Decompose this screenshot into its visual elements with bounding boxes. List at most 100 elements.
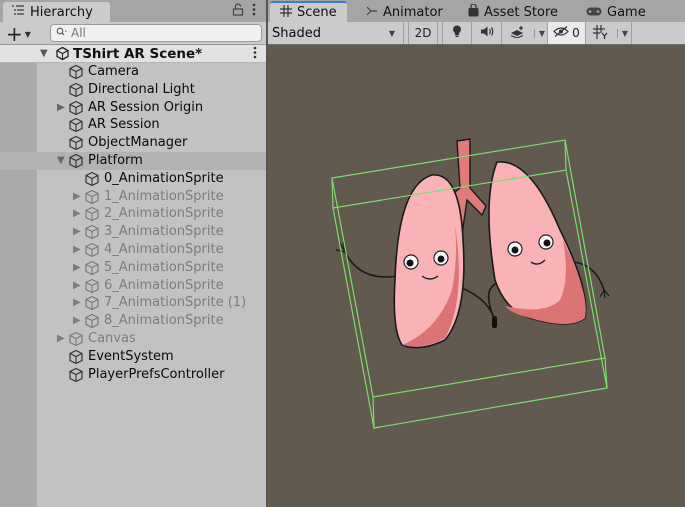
draw-mode-dropdown[interactable]: Shaded ▼ bbox=[268, 22, 404, 44]
scene-tab-bar: Scene Animator Asset Store Game bbox=[268, 0, 685, 22]
hierarchy-item[interactable]: ObjectManager bbox=[0, 134, 266, 152]
plus-icon: + bbox=[6, 22, 23, 46]
tab-asset-store[interactable]: Asset Store bbox=[468, 2, 558, 22]
gameobject-cube-icon bbox=[84, 189, 100, 205]
gizmos-dropdown-button[interactable]: ▼ bbox=[614, 22, 632, 44]
lighting-toggle-button[interactable] bbox=[442, 22, 472, 44]
add-object-button[interactable]: + ▼ bbox=[6, 23, 31, 45]
hierarchy-item[interactable]: ▶ Canvas bbox=[0, 330, 266, 348]
scene-menu-icon[interactable] bbox=[253, 46, 257, 63]
scene-visibility-toggle[interactable]: 0 bbox=[548, 22, 586, 44]
lightbulb-icon bbox=[452, 25, 462, 41]
layers-effects-icon bbox=[510, 25, 525, 41]
chevron-down-icon: ▼ bbox=[616, 28, 628, 38]
expand-arrow-icon[interactable]: ▶ bbox=[73, 244, 81, 255]
hierarchy-item-label: EventSystem bbox=[88, 348, 174, 364]
hierarchy-item-label: 3_AnimationSprite bbox=[104, 224, 224, 240]
expand-arrow-icon[interactable]: ▶ bbox=[57, 333, 65, 344]
hierarchy-item[interactable]: ▶ AR Session Origin bbox=[0, 99, 266, 117]
tab-animator-label: Animator bbox=[383, 4, 443, 20]
expand-arrow-icon[interactable]: ▶ bbox=[73, 315, 81, 326]
hierarchy-item[interactable]: ▶ 7_AnimationSprite (1) bbox=[0, 294, 266, 312]
hierarchy-tab-bar: Hierarchy bbox=[0, 0, 266, 22]
gameobject-cube-icon bbox=[84, 295, 100, 311]
hierarchy-item[interactable]: ▼ Platform bbox=[0, 151, 266, 170]
gizmos-toggle-button[interactable] bbox=[586, 22, 614, 44]
expand-arrow-icon[interactable]: ▶ bbox=[73, 208, 81, 219]
tab-hierarchy[interactable]: Hierarchy bbox=[3, 2, 110, 22]
expand-arrow-icon[interactable]: ▶ bbox=[73, 262, 81, 273]
expand-arrow-icon[interactable]: ▶ bbox=[57, 102, 65, 113]
hierarchy-list-icon bbox=[11, 4, 25, 20]
hierarchy-item[interactable]: AR Session bbox=[0, 116, 266, 134]
effects-dropdown-button[interactable]: ▼ bbox=[532, 22, 548, 44]
hierarchy-item-label: 6_AnimationSprite bbox=[104, 277, 224, 293]
hierarchy-item-label: 2_AnimationSprite bbox=[104, 206, 224, 222]
hierarchy-item-label: 1_AnimationSprite bbox=[104, 188, 224, 204]
gameobject-cube-icon bbox=[84, 224, 100, 240]
shopping-bag-icon bbox=[468, 2, 479, 21]
gamepad-icon bbox=[586, 5, 602, 20]
grid-icon bbox=[280, 4, 292, 21]
kebab-menu-icon[interactable] bbox=[252, 3, 256, 20]
hierarchy-item[interactable]: ▶ 8_AnimationSprite bbox=[0, 312, 266, 330]
hierarchy-item[interactable]: 0_AnimationSprite bbox=[0, 170, 266, 188]
hierarchy-item[interactable]: ▶ 6_AnimationSprite bbox=[0, 277, 266, 295]
tab-asset-store-label: Asset Store bbox=[484, 4, 559, 20]
effects-toggle-button[interactable] bbox=[502, 22, 532, 44]
tab-animator[interactable]: Animator bbox=[366, 2, 443, 22]
gameobject-cube-icon bbox=[84, 278, 100, 294]
collapse-arrow-icon[interactable]: ▼ bbox=[57, 155, 65, 166]
2d-toggle-button[interactable]: 2D bbox=[408, 22, 438, 44]
expand-arrow-icon[interactable]: ▶ bbox=[73, 226, 81, 237]
search-field[interactable] bbox=[50, 24, 262, 42]
chevron-down-icon: ▼ bbox=[24, 30, 31, 39]
tab-game[interactable]: Game bbox=[586, 2, 646, 22]
tab-scene[interactable]: Scene bbox=[270, 1, 347, 22]
hierarchy-item-label: PlayerPrefsController bbox=[88, 366, 225, 382]
scene-header-row[interactable]: ▼ TShirt AR Scene* bbox=[0, 45, 266, 63]
tab-scene-label: Scene bbox=[297, 5, 337, 20]
animator-icon bbox=[366, 5, 378, 20]
audio-toggle-button[interactable] bbox=[472, 22, 502, 44]
expand-arrow-icon[interactable]: ▼ bbox=[40, 48, 48, 59]
expand-arrow-icon[interactable]: ▶ bbox=[73, 297, 81, 308]
gameobject-cube-icon bbox=[68, 153, 84, 169]
hierarchy-item[interactable]: EventSystem bbox=[0, 348, 266, 366]
hierarchy-item-label: 0_AnimationSprite bbox=[104, 170, 224, 186]
scene-toolbar: Shaded ▼ 2D ▼ 0 ▼ bbox=[268, 22, 685, 45]
gameobject-cube-icon bbox=[68, 135, 84, 151]
hierarchy-item-label: 8_AnimationSprite bbox=[104, 313, 224, 329]
scene-panel: Scene Animator Asset Store Game Shaded ▼ bbox=[268, 0, 685, 507]
hierarchy-item-label: AR Session Origin bbox=[88, 99, 204, 115]
gameobject-cube-icon bbox=[84, 206, 100, 222]
hierarchy-item[interactable]: PlayerPrefsController bbox=[0, 366, 266, 384]
lock-icon[interactable] bbox=[232, 3, 244, 20]
scene-name: TShirt AR Scene* bbox=[73, 46, 203, 62]
2d-label: 2D bbox=[414, 26, 432, 40]
hierarchy-item[interactable]: ▶ 4_AnimationSprite bbox=[0, 241, 266, 259]
chevron-down-icon: ▼ bbox=[533, 28, 545, 38]
gameobject-cube-icon bbox=[68, 367, 84, 383]
expand-arrow-icon[interactable]: ▶ bbox=[73, 280, 81, 291]
hierarchy-item[interactable]: ▶ 3_AnimationSprite bbox=[0, 223, 266, 241]
scene-viewport[interactable] bbox=[268, 45, 685, 507]
hierarchy-item[interactable]: ▶ 2_AnimationSprite bbox=[0, 205, 266, 223]
search-icon bbox=[56, 27, 67, 39]
hierarchy-item-label: 7_AnimationSprite (1) bbox=[104, 295, 247, 311]
hierarchy-item-label: Platform bbox=[88, 152, 143, 168]
tab-hierarchy-label: Hierarchy bbox=[30, 4, 93, 20]
search-input[interactable] bbox=[71, 26, 251, 40]
chevron-down-icon: ▼ bbox=[388, 28, 395, 38]
hierarchy-item[interactable]: Camera bbox=[0, 63, 266, 81]
hierarchy-item-label: ObjectManager bbox=[88, 135, 188, 151]
hierarchy-item-label: Camera bbox=[88, 64, 140, 79]
gameobject-cube-icon bbox=[84, 171, 100, 187]
hierarchy-item[interactable]: Directional Light bbox=[0, 81, 266, 99]
expand-arrow-icon[interactable]: ▶ bbox=[73, 191, 81, 202]
hierarchy-item[interactable]: ▶ 1_AnimationSprite bbox=[0, 188, 266, 206]
gameobject-cube-icon bbox=[68, 64, 84, 80]
hierarchy-item[interactable]: ▶ 5_AnimationSprite bbox=[0, 259, 266, 277]
hierarchy-item-label: Canvas bbox=[88, 330, 136, 346]
scene-canvas[interactable] bbox=[268, 45, 685, 507]
